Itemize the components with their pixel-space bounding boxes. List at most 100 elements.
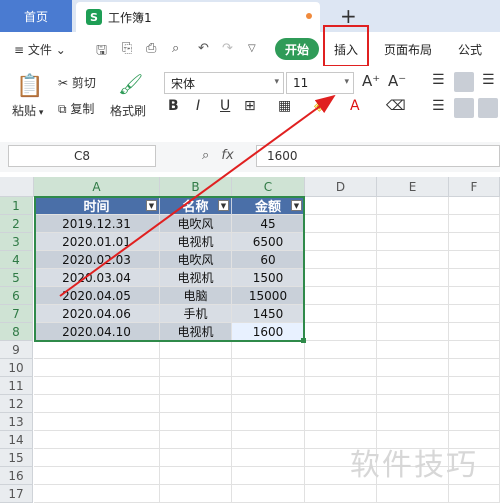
- table-cell[interactable]: 2020.04.05: [34, 287, 160, 305]
- table-header-cell[interactable]: 时间 ▼: [34, 197, 160, 215]
- grid-cell[interactable]: [305, 305, 377, 323]
- grid-cell[interactable]: [34, 377, 160, 395]
- grid-cell[interactable]: [305, 287, 377, 305]
- zoom-icon[interactable]: ⌕: [202, 148, 209, 163]
- grid-cell[interactable]: [449, 323, 500, 341]
- file-menu[interactable]: ≡ 文件 ⌄: [14, 41, 66, 58]
- filter-dropdown-icon[interactable]: ▼: [218, 200, 229, 211]
- row-header[interactable]: 17: [0, 485, 33, 503]
- column-header-d[interactable]: D: [305, 177, 377, 197]
- tab-page-layout[interactable]: 页面布局: [384, 41, 432, 58]
- cell-style-icon[interactable]: ▦: [278, 98, 291, 114]
- grid-cell[interactable]: [34, 467, 160, 485]
- table-cell[interactable]: 手机: [160, 305, 232, 323]
- grid-cell[interactable]: [305, 269, 377, 287]
- row-header[interactable]: 2: [0, 215, 33, 233]
- fill-handle[interactable]: [301, 338, 306, 343]
- grid-cell[interactable]: [160, 431, 232, 449]
- grid-cell[interactable]: [377, 323, 449, 341]
- grid-cell[interactable]: [377, 197, 449, 215]
- grid-cell[interactable]: [232, 359, 305, 377]
- row-header[interactable]: 6: [0, 287, 33, 305]
- grid-cell[interactable]: [160, 377, 232, 395]
- row-header[interactable]: 14: [0, 431, 33, 449]
- grid-cell[interactable]: [305, 341, 377, 359]
- font-size-select[interactable]: 11 ▾: [286, 72, 354, 94]
- grid-cell[interactable]: [449, 287, 500, 305]
- table-cell[interactable]: 电吹风: [160, 215, 232, 233]
- table-cell[interactable]: 2020.04.10: [34, 323, 160, 341]
- table-cell[interactable]: 电视机: [160, 323, 232, 341]
- row-header[interactable]: 9: [0, 341, 33, 359]
- filter-dropdown-icon[interactable]: ▼: [291, 200, 302, 211]
- grow-font-button[interactable]: A⁺: [362, 72, 380, 90]
- grid-cell[interactable]: [449, 305, 500, 323]
- border-icon[interactable]: ⊞: [244, 98, 256, 114]
- table-header-cell[interactable]: 金额 ▼: [232, 197, 305, 215]
- bold-button[interactable]: B: [168, 98, 179, 114]
- table-cell[interactable]: 1500: [232, 269, 305, 287]
- grid-cell[interactable]: [160, 359, 232, 377]
- grid-cell[interactable]: [305, 233, 377, 251]
- grid-cell[interactable]: [449, 377, 500, 395]
- row-header[interactable]: 8: [0, 323, 33, 341]
- grid-cell[interactable]: [377, 233, 449, 251]
- table-header-cell[interactable]: 名称 ▼: [160, 197, 232, 215]
- table-cell[interactable]: 电视机: [160, 233, 232, 251]
- paste-button[interactable]: 粘贴 ▾: [12, 102, 43, 119]
- align-top-icon[interactable]: ☰: [432, 72, 445, 88]
- grid-cell[interactable]: [160, 395, 232, 413]
- column-header-f[interactable]: F: [449, 177, 500, 197]
- grid-cell[interactable]: [377, 251, 449, 269]
- grid-cell[interactable]: [232, 467, 305, 485]
- column-header-b[interactable]: B: [160, 177, 232, 197]
- font-name-select[interactable]: 宋体 ▾: [164, 72, 284, 94]
- grid-cell[interactable]: [449, 233, 500, 251]
- grid-cell[interactable]: [160, 413, 232, 431]
- italic-button[interactable]: I: [196, 98, 200, 114]
- more-icon[interactable]: ▽: [248, 43, 256, 54]
- grid-cell[interactable]: [34, 431, 160, 449]
- print-icon[interactable]: ⎙: [146, 41, 156, 56]
- align-right-icon[interactable]: [478, 98, 498, 118]
- table-cell[interactable]: 2019.12.31: [34, 215, 160, 233]
- tab-start[interactable]: 开始: [275, 38, 319, 60]
- row-header[interactable]: 3: [0, 233, 33, 251]
- grid-cell[interactable]: [34, 359, 160, 377]
- row-header[interactable]: 7: [0, 305, 33, 323]
- grid-cell[interactable]: [34, 413, 160, 431]
- grid-cell[interactable]: [305, 485, 377, 503]
- grid-cell[interactable]: [377, 377, 449, 395]
- grid-cell[interactable]: [449, 251, 500, 269]
- row-header[interactable]: 10: [0, 359, 33, 377]
- active-cell[interactable]: 1600: [232, 323, 305, 341]
- table-cell[interactable]: 2020.01.01: [34, 233, 160, 251]
- grid-cell[interactable]: [305, 323, 377, 341]
- table-cell[interactable]: 60: [232, 251, 305, 269]
- grid-cell[interactable]: [449, 341, 500, 359]
- row-header[interactable]: 12: [0, 395, 33, 413]
- undo-icon[interactable]: ↶: [198, 41, 209, 56]
- grid-cell[interactable]: [232, 377, 305, 395]
- fill-color-icon[interactable]: ◈: [314, 98, 325, 114]
- align-middle-icon[interactable]: [454, 72, 474, 92]
- grid-cell[interactable]: [160, 449, 232, 467]
- grid-cell[interactable]: [232, 449, 305, 467]
- row-header[interactable]: 5: [0, 269, 33, 287]
- table-cell[interactable]: 45: [232, 215, 305, 233]
- grid-cell[interactable]: [305, 215, 377, 233]
- grid-cell[interactable]: [449, 485, 500, 503]
- grid-cell[interactable]: [232, 431, 305, 449]
- grid-cell[interactable]: [160, 485, 232, 503]
- grid-cell[interactable]: [305, 197, 377, 215]
- column-header-e[interactable]: E: [377, 177, 449, 197]
- align-left-icon[interactable]: ☰: [432, 98, 445, 114]
- grid-cell[interactable]: [232, 413, 305, 431]
- tab-workbook[interactable]: S 工作簿1: [76, 2, 320, 32]
- cut-button[interactable]: ✂ 剪切: [58, 74, 96, 91]
- formula-input[interactable]: 1600: [256, 145, 500, 167]
- grid-cell[interactable]: [377, 305, 449, 323]
- tab-formula[interactable]: 公式: [458, 41, 482, 58]
- grid-cell[interactable]: [449, 269, 500, 287]
- table-cell[interactable]: 6500: [232, 233, 305, 251]
